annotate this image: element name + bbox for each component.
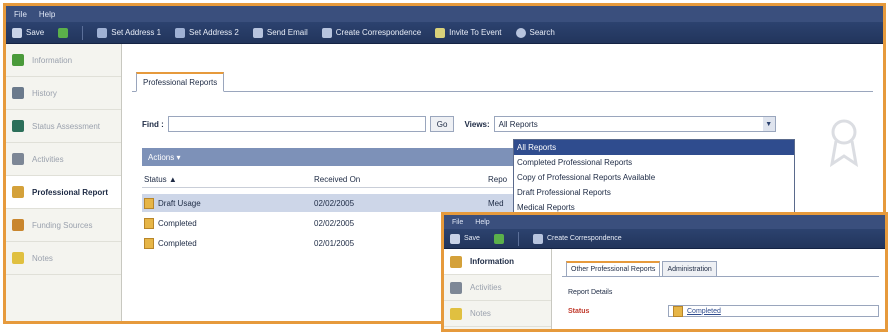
invite-to-event-button[interactable]: Invite To Event (435, 27, 502, 38)
column-status[interactable]: Status ▲ (142, 175, 314, 184)
dropdown-option[interactable]: All Reports (514, 140, 794, 155)
tab-administration[interactable]: Administration (662, 261, 717, 276)
sidebar-item-history[interactable]: History (6, 77, 121, 110)
inset-toolbar: Save Create Correspondence (444, 229, 885, 249)
green-square-icon (58, 27, 69, 38)
dropdown-option[interactable]: Draft Professional Reports (514, 185, 794, 200)
save-icon (12, 27, 22, 38)
hand-icon (12, 219, 24, 231)
chevron-down-icon[interactable]: ▼ (762, 117, 775, 131)
address-icon (97, 27, 108, 38)
tab-strip: Professional Reports (132, 70, 873, 92)
status-value-link[interactable]: Completed (668, 305, 879, 317)
green-square-icon (493, 233, 504, 244)
menu-file[interactable]: File (452, 219, 463, 226)
sidebar-item-professional-report[interactable]: Professional Report (6, 176, 121, 209)
views-select[interactable]: All Reports ▼ (493, 116, 776, 132)
sidebar: Information History Status Assessment Ac… (6, 44, 122, 321)
sidebar-item-activities[interactable]: Activities (6, 143, 121, 176)
inset-sidebar: Information Activities Notes (444, 249, 552, 329)
search-button[interactable]: Search (515, 27, 555, 38)
dropdown-option[interactable]: Copy of Professional Reports Available (514, 170, 794, 185)
inset-menu-bar: File Help (444, 215, 885, 229)
set-address-1-button[interactable]: Set Address 1 (97, 27, 161, 38)
sidebar-item-notes[interactable]: Notes (6, 242, 121, 275)
sidebar-item-status-assessment[interactable]: Status Assessment (6, 110, 121, 143)
green-action-button[interactable] (58, 27, 69, 38)
note-icon (450, 307, 462, 320)
arrow-icon (450, 281, 462, 294)
arrow-icon (12, 153, 24, 165)
person-icon (450, 255, 462, 268)
send-email-button[interactable]: Send Email (252, 27, 308, 38)
letter-icon (321, 27, 332, 38)
sidebar-item-information[interactable]: Information (444, 249, 551, 275)
save-button[interactable]: Save (12, 27, 44, 38)
dropdown-option[interactable]: Completed Professional Reports (514, 155, 794, 170)
toolbar-separator (517, 231, 519, 246)
search-icon (515, 27, 526, 38)
menu-file[interactable]: File (14, 10, 27, 19)
status-row: Status Completed (568, 305, 879, 317)
sidebar-item-funding-sources[interactable]: Funding Sources (6, 209, 121, 242)
menu-bar: File Help (6, 6, 883, 22)
toolbar-separator (82, 25, 84, 40)
find-row: Find : Go Views: All Reports ▼ (142, 116, 776, 132)
create-correspondence-button[interactable]: Create Correspondence (532, 233, 622, 244)
find-label: Find : (142, 119, 164, 129)
find-input[interactable] (167, 116, 426, 132)
go-button[interactable]: Go (429, 116, 455, 132)
menu-help[interactable]: Help (475, 219, 489, 226)
create-correspondence-button[interactable]: Create Correspondence (321, 27, 421, 38)
event-icon (435, 27, 446, 38)
sidebar-item-activities[interactable]: Activities (444, 275, 551, 301)
save-button[interactable]: Save (450, 233, 480, 244)
award-icon (829, 119, 859, 168)
inset-window: File Help Save Create Correspondence Inf… (441, 212, 888, 332)
column-received-on[interactable]: Received On (314, 175, 488, 184)
views-label: Views: (464, 119, 490, 129)
inset-tab-strip: Other Professional Reports Administratio… (562, 261, 879, 277)
clipboard-icon (12, 87, 24, 99)
email-icon (252, 27, 263, 38)
person-icon (12, 54, 24, 66)
note-icon (12, 252, 24, 264)
save-icon (450, 233, 460, 244)
document-icon (673, 305, 683, 317)
toolbar: Save Set Address 1 Set Address 2 Send Em… (6, 22, 883, 44)
menu-help[interactable]: Help (39, 10, 55, 19)
status-label: Status (568, 307, 590, 315)
report-icon (12, 186, 24, 198)
set-address-2-button[interactable]: Set Address 2 (175, 27, 239, 38)
sidebar-item-notes[interactable]: Notes (444, 301, 551, 327)
inset-main-panel: Other Professional Reports Administratio… (554, 249, 885, 329)
tab-professional-reports[interactable]: Professional Reports (136, 72, 225, 92)
sidebar-item-information[interactable]: Information (6, 44, 121, 77)
document-icon (144, 217, 154, 229)
address-icon (175, 27, 186, 38)
document-icon (144, 197, 154, 209)
views-dropdown-list: All Reports Completed Professional Repor… (513, 139, 795, 216)
green-action-button[interactable] (493, 233, 504, 244)
book-icon (12, 120, 24, 132)
report-details-heading: Report Details (568, 289, 613, 296)
letter-icon (532, 233, 543, 244)
document-icon (144, 237, 154, 249)
tab-other-professional-reports[interactable]: Other Professional Reports (566, 261, 661, 276)
